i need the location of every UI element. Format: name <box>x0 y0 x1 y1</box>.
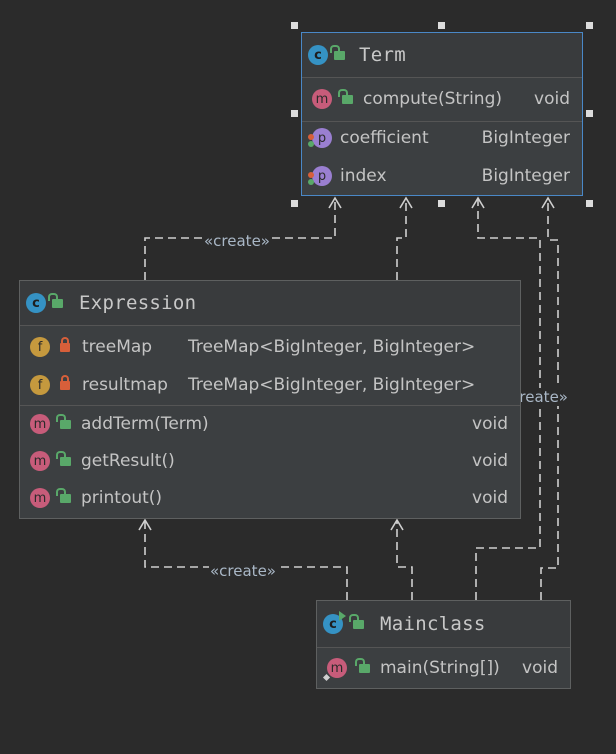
method-icon: m <box>322 658 347 682</box>
class-header: c Expression <box>20 281 520 326</box>
selection-handle[interactable] <box>586 200 593 207</box>
method-return-type: void <box>534 89 570 109</box>
public-access-icon <box>338 88 353 104</box>
method-row[interactable]: m getResult() void <box>20 442 520 480</box>
property-icon: p <box>308 166 332 186</box>
method-return-type: void <box>472 451 508 471</box>
property-name: coefficient <box>340 128 429 148</box>
method-return-type: void <box>522 658 558 678</box>
method-name: main(String[]) <box>380 658 500 678</box>
class-icon: c <box>308 45 328 65</box>
class-icon: c <box>26 293 46 313</box>
edge-label-main-expression: «create» <box>209 562 277 580</box>
method-name: printout() <box>81 488 163 508</box>
selection-handle[interactable] <box>291 200 298 207</box>
field-icon: f <box>30 375 50 395</box>
class-icon: c <box>323 611 346 634</box>
class-name: Mainclass <box>380 613 486 635</box>
selection-handle[interactable] <box>291 110 298 117</box>
public-access-icon <box>349 613 364 629</box>
field-name: treeMap <box>82 337 153 357</box>
class-name: Term <box>359 44 406 66</box>
edge-mainclass-to-expression-dependency <box>396 520 413 600</box>
method-return-type: void <box>472 414 508 434</box>
method-icon: m <box>30 451 50 471</box>
field-icon: f <box>30 337 50 357</box>
field-row[interactable]: f resultmap TreeMap<BigInteger, BigInteg… <box>20 366 520 404</box>
method-row[interactable]: m addTerm(Term) void <box>20 405 520 443</box>
selection-handle[interactable] <box>586 110 593 117</box>
class-header: c Mainclass <box>317 601 570 648</box>
property-row[interactable]: p index BigInteger <box>302 157 582 195</box>
class-node-mainclass[interactable]: c Mainclass m main(String[]) void <box>316 600 571 689</box>
edge-mainclass-to-expression-create <box>144 520 348 600</box>
selection-handle[interactable] <box>438 22 445 29</box>
property-icon: p <box>308 128 332 148</box>
method-name: compute(String) <box>363 89 502 109</box>
method-name: getResult() <box>81 451 175 471</box>
selection-handle[interactable] <box>291 22 298 29</box>
field-type: TreeMap<BigInteger, BigInteger> <box>188 375 476 395</box>
class-node-term[interactable]: c Term m compute(String) void p coeffici… <box>301 32 583 196</box>
run-marker-icon <box>339 611 346 621</box>
property-name: index <box>340 166 387 186</box>
method-icon: m <box>30 414 50 434</box>
field-type: TreeMap<BigInteger, BigInteger> <box>188 337 476 357</box>
static-marker-icon <box>322 673 331 682</box>
property-type: BigInteger <box>481 128 570 148</box>
public-access-icon <box>330 44 345 60</box>
method-row[interactable]: m printout() void <box>20 479 520 517</box>
edge-expression-to-term-dependency <box>396 198 407 280</box>
class-header: c Term <box>302 33 582 78</box>
public-access-icon <box>355 657 370 673</box>
method-name: addTerm(Term) <box>81 414 209 434</box>
field-row[interactable]: f treeMap TreeMap<BigInteger, BigInteger… <box>20 328 520 366</box>
property-type: BigInteger <box>481 166 570 186</box>
method-icon: m <box>30 488 50 508</box>
edge-label-expression-term: «create» <box>203 232 271 250</box>
property-row[interactable]: p coefficient BigInteger <box>302 119 582 157</box>
selection-handle[interactable] <box>438 200 445 207</box>
public-access-icon <box>56 450 71 466</box>
method-icon: m <box>312 89 332 109</box>
class-name: Expression <box>79 292 197 314</box>
public-access-icon <box>56 487 71 503</box>
private-access-icon <box>60 374 70 390</box>
class-node-expression[interactable]: c Expression f treeMap TreeMap<BigIntege… <box>19 280 521 519</box>
method-return-type: void <box>472 488 508 508</box>
field-name: resultmap <box>82 375 168 395</box>
method-row[interactable]: m compute(String) void <box>302 80 582 118</box>
selection-handle[interactable] <box>586 22 593 29</box>
private-access-icon <box>60 336 70 352</box>
arrowhead <box>390 518 404 531</box>
method-row[interactable]: m main(String[]) void <box>317 649 570 687</box>
public-access-icon <box>56 413 71 429</box>
public-access-icon <box>48 292 63 308</box>
